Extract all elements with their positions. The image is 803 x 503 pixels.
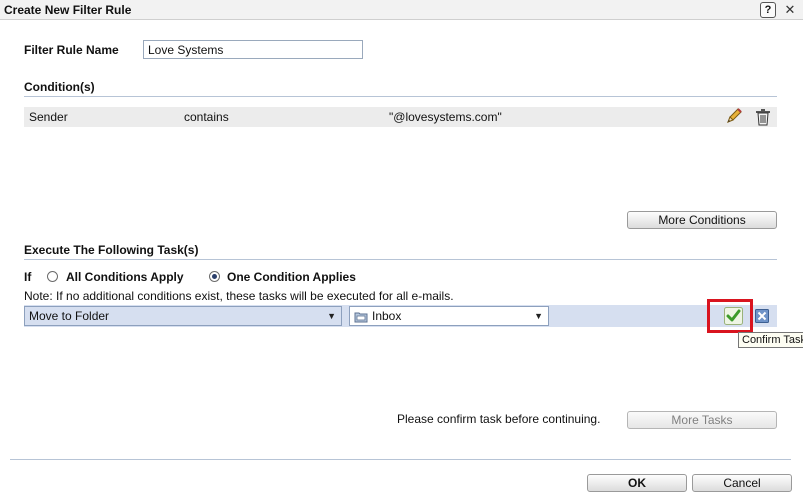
confirm-highlight-box bbox=[707, 299, 753, 333]
conditions-heading: Condition(s) bbox=[24, 80, 95, 94]
radio-one-condition[interactable] bbox=[209, 271, 220, 282]
radio-all-conditions[interactable] bbox=[47, 271, 58, 282]
cancel-button[interactable]: Cancel bbox=[692, 474, 792, 492]
condition-field: Sender bbox=[29, 110, 68, 124]
help-icon[interactable]: ? bbox=[760, 2, 776, 18]
dialog-title: Create New Filter Rule bbox=[4, 3, 132, 17]
dropdown-arrow-icon: ▼ bbox=[534, 311, 543, 321]
close-icon[interactable]: ✕ bbox=[782, 1, 798, 18]
action-select[interactable]: Move to Folder ▼ bbox=[24, 306, 342, 326]
condition-row[interactable]: Sender contains "@lovesystems.com" bbox=[24, 107, 777, 127]
folder-select[interactable]: Inbox ▼ bbox=[349, 306, 549, 326]
footer-divider bbox=[10, 459, 791, 460]
folder-select-value: Inbox bbox=[372, 309, 402, 323]
dropdown-arrow-icon: ▼ bbox=[327, 311, 336, 321]
pencil-icon[interactable] bbox=[725, 108, 743, 126]
confirm-task-message: Please confirm task before continuing. bbox=[397, 412, 601, 426]
condition-operator: contains bbox=[184, 110, 229, 124]
filter-rule-name-label: Filter Rule Name bbox=[24, 43, 119, 57]
action-select-value: Move to Folder bbox=[29, 309, 110, 323]
cancel-x-icon[interactable] bbox=[755, 309, 769, 323]
trash-icon[interactable] bbox=[755, 108, 771, 126]
if-label: If bbox=[24, 270, 32, 284]
more-conditions-button[interactable]: More Conditions bbox=[627, 211, 777, 229]
tasks-divider bbox=[24, 259, 777, 260]
dialog-titlebar: Create New Filter Rule ? ✕ bbox=[0, 0, 803, 20]
all-conditions-label[interactable]: All Conditions Apply bbox=[66, 270, 184, 284]
ok-button[interactable]: OK bbox=[587, 474, 687, 492]
condition-value: "@lovesystems.com" bbox=[389, 110, 502, 124]
tasks-note: Note: If no additional conditions exist,… bbox=[24, 289, 454, 303]
more-tasks-button[interactable]: More Tasks bbox=[627, 411, 777, 429]
confirm-task-tooltip: Confirm Task bbox=[738, 332, 803, 348]
conditions-divider bbox=[24, 96, 777, 97]
folder-icon bbox=[354, 312, 368, 323]
one-condition-label[interactable]: One Condition Applies bbox=[227, 270, 356, 284]
task-row: Move to Folder ▼ Inbox ▼ bbox=[24, 305, 777, 327]
filter-rule-name-input[interactable] bbox=[143, 40, 363, 59]
tasks-heading: Execute The Following Task(s) bbox=[24, 243, 199, 257]
